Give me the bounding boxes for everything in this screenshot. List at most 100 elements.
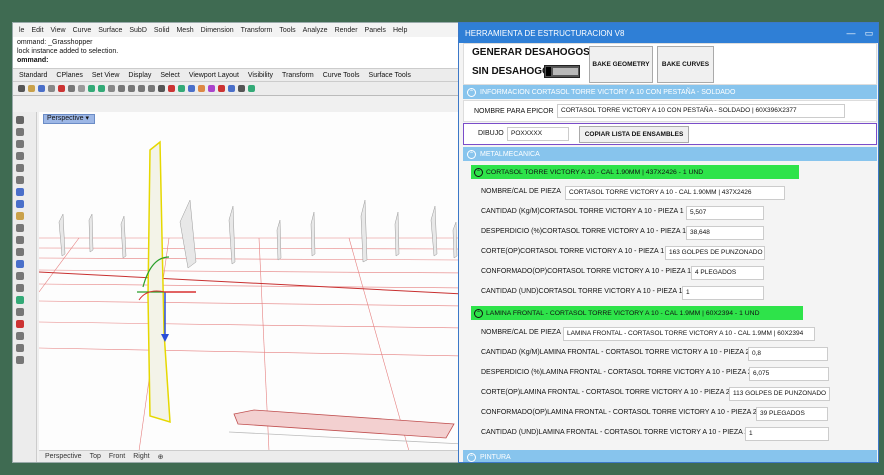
- surface-tool-icon[interactable]: [16, 212, 24, 220]
- light-icon[interactable]: [198, 85, 205, 92]
- polyline-tool-icon[interactable]: [16, 152, 24, 160]
- tab-transform[interactable]: Transform: [282, 72, 314, 79]
- epicor-field[interactable]: CORTASOL TORRE VICTORY A 10 CON PESTAÑA …: [557, 104, 845, 118]
- piece-field-value[interactable]: 4 PLEGADOS: [691, 266, 764, 280]
- select-tool-icon[interactable]: [16, 116, 24, 124]
- menu-panels[interactable]: Panels: [365, 27, 386, 34]
- menu-dimension[interactable]: Dimension: [201, 27, 234, 34]
- grasshopper-icon[interactable]: [248, 85, 255, 92]
- group-tool-icon[interactable]: [16, 332, 24, 340]
- tab-standard[interactable]: Standard: [19, 72, 47, 79]
- piece-field-value[interactable]: 163 GOLPES DE PUNZONADO: [665, 246, 765, 260]
- tab-cplanes[interactable]: CPlanes: [56, 72, 82, 79]
- block-tool-icon[interactable]: [16, 344, 24, 352]
- text-tool-icon[interactable]: [16, 356, 24, 364]
- viewport-tab-top[interactable]: Top: [90, 453, 101, 460]
- minimize-icon[interactable]: —: [842, 28, 860, 38]
- metal-section-header[interactable]: ⌃ METALMECANICA: [463, 147, 877, 161]
- save-icon[interactable]: [38, 85, 45, 92]
- command-prompt[interactable]: ommand:: [17, 56, 457, 65]
- menu-view[interactable]: View: [51, 27, 66, 34]
- tab-surface-tools[interactable]: Surface Tools: [369, 72, 411, 79]
- pintura-section-header[interactable]: ⌃ PINTURA: [463, 450, 877, 462]
- analyze-tool-icon[interactable]: [16, 296, 24, 304]
- piece-1-header[interactable]: ⌃ CORTASOL TORRE VICTORY A 10 - CAL 1.90…: [471, 165, 799, 179]
- properties-icon[interactable]: [208, 85, 215, 92]
- viewport-tab-perspective[interactable]: Perspective: [45, 453, 82, 460]
- copiar-lista-button[interactable]: COPIAR LISTA DE ENSAMBLES: [579, 126, 689, 143]
- piece-field-value[interactable]: LAMINA FRONTAL - CORTASOL TORRE VICTORY …: [563, 327, 815, 341]
- grid-icon[interactable]: [168, 85, 175, 92]
- line-tool-icon[interactable]: [16, 140, 24, 148]
- tab-set-view[interactable]: Set View: [92, 72, 120, 79]
- piece-field-value[interactable]: CORTASOL TORRE VICTORY A 10 - CAL 1.90MM…: [565, 186, 785, 200]
- tab-viewport-layout[interactable]: Viewport Layout: [189, 72, 239, 79]
- delete-tool-icon[interactable]: [16, 320, 24, 328]
- zoom-extents-icon[interactable]: [148, 85, 155, 92]
- layer-icon[interactable]: [188, 85, 195, 92]
- open-file-icon[interactable]: [28, 85, 35, 92]
- new-file-icon[interactable]: [18, 85, 25, 92]
- zoom-icon[interactable]: [128, 85, 135, 92]
- curve-tool-icon[interactable]: [16, 164, 24, 172]
- undo-icon[interactable]: [88, 85, 95, 92]
- piece-field-value[interactable]: 38,648: [686, 226, 764, 240]
- rotate-view-icon[interactable]: [118, 85, 125, 92]
- array-tool-icon[interactable]: [16, 272, 24, 280]
- cut-icon[interactable]: [58, 85, 65, 92]
- piece-field-value[interactable]: 0,8: [748, 347, 828, 361]
- piece-field-value[interactable]: 39 PLEGADOS: [756, 407, 828, 421]
- options-icon[interactable]: [238, 85, 245, 92]
- mesh-tool-icon[interactable]: [16, 236, 24, 244]
- viewport-tab-right[interactable]: Right: [133, 453, 149, 460]
- menu-subd[interactable]: SubD: [129, 27, 147, 34]
- piece-field-value[interactable]: 5,507: [686, 206, 764, 220]
- maximize-icon[interactable]: ▭: [860, 28, 878, 39]
- menu-file[interactable]: le: [19, 27, 24, 34]
- info-section-header[interactable]: ⌃ INFORMACION CORTASOL TORRE VICTORY A 1…: [463, 85, 877, 99]
- tab-select[interactable]: Select: [160, 72, 179, 79]
- zoom-window-icon[interactable]: [138, 85, 145, 92]
- bake-curves-button[interactable]: BAKE CURVES: [657, 46, 714, 83]
- tab-display[interactable]: Display: [128, 72, 151, 79]
- solid-tool-icon[interactable]: [16, 224, 24, 232]
- dimension-tool-icon[interactable]: [16, 284, 24, 292]
- dibujo-field[interactable]: POXXXXX: [507, 127, 569, 141]
- tab-curve-tools[interactable]: Curve Tools: [323, 72, 360, 79]
- menu-curve[interactable]: Curve: [73, 27, 92, 34]
- piece-field-value[interactable]: 113 GOLPES DE PUNZONADO: [729, 387, 830, 401]
- menu-help[interactable]: Help: [393, 27, 407, 34]
- print-icon[interactable]: [48, 85, 55, 92]
- boolean-tool-icon[interactable]: [16, 248, 24, 256]
- add-viewport-icon[interactable]: ⊕: [158, 453, 164, 461]
- render-icon[interactable]: [218, 85, 225, 92]
- arc-tool-icon[interactable]: [16, 188, 24, 196]
- snap-icon[interactable]: [178, 85, 185, 92]
- pan-icon[interactable]: [108, 85, 115, 92]
- material-icon[interactable]: [228, 85, 235, 92]
- piece-field-value[interactable]: 1: [682, 286, 764, 300]
- menu-edit[interactable]: Edit: [31, 27, 43, 34]
- menu-surface[interactable]: Surface: [98, 27, 122, 34]
- paste-icon[interactable]: [78, 85, 85, 92]
- menu-tools[interactable]: Tools: [279, 27, 295, 34]
- redo-icon[interactable]: [98, 85, 105, 92]
- menu-solid[interactable]: Solid: [154, 27, 170, 34]
- menu-transform[interactable]: Transform: [241, 27, 273, 34]
- select-icon[interactable]: [158, 85, 165, 92]
- piece-field-value[interactable]: 1: [745, 427, 829, 441]
- piece-2-header[interactable]: ⌃ LAMINA FRONTAL - CORTASOL TORRE VICTOR…: [471, 306, 803, 320]
- render-tool-icon[interactable]: [16, 308, 24, 316]
- perspective-viewport[interactable]: Perspective ▾: [39, 112, 461, 450]
- tab-visibility[interactable]: Visibility: [248, 72, 273, 79]
- bake-geometry-button[interactable]: BAKE GEOMETRY: [589, 46, 653, 83]
- rectangle-tool-icon[interactable]: [16, 200, 24, 208]
- menu-render[interactable]: Render: [335, 27, 358, 34]
- menu-mesh[interactable]: Mesh: [176, 27, 193, 34]
- point-tool-icon[interactable]: [16, 128, 24, 136]
- copy-icon[interactable]: [68, 85, 75, 92]
- menu-analyze[interactable]: Analyze: [303, 27, 328, 34]
- viewport-tab-front[interactable]: Front: [109, 453, 125, 460]
- circle-tool-icon[interactable]: [16, 176, 24, 184]
- viewport-title[interactable]: Perspective ▾: [43, 114, 95, 124]
